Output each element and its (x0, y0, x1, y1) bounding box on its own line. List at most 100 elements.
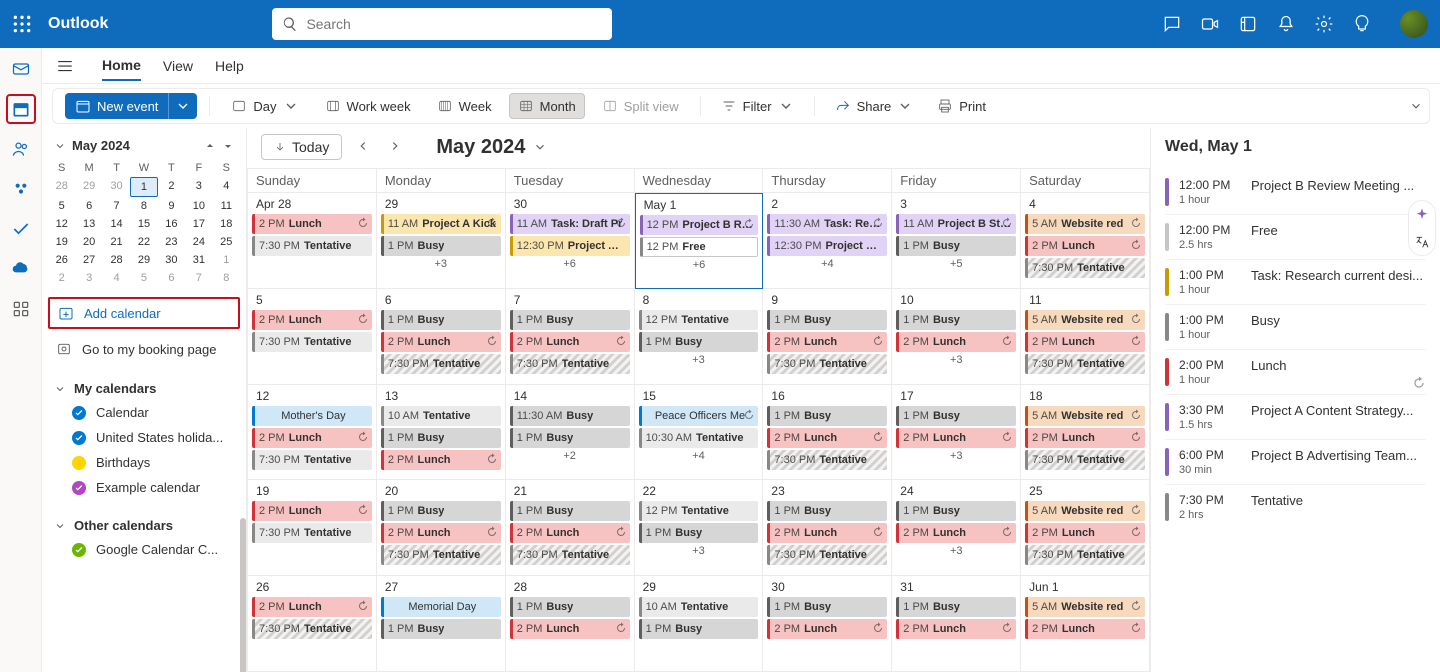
prev-month-icon[interactable] (204, 140, 216, 152)
event-chip[interactable]: 7:30 PMTentative (1025, 258, 1145, 278)
mini-day[interactable]: 24 (185, 233, 212, 251)
event-chip[interactable]: Memorial Day (381, 597, 501, 617)
meet-now-icon[interactable] (1200, 14, 1220, 34)
event-chip[interactable]: 11:30 AMTask: Revie (767, 214, 887, 234)
mini-day[interactable]: 2 (158, 177, 185, 197)
mini-day[interactable]: 5 (130, 269, 157, 287)
event-chip[interactable]: 2 PMLunch (896, 332, 1016, 352)
more-events-link[interactable]: +6 (508, 258, 632, 270)
next-period-button[interactable] (384, 139, 406, 156)
mini-day[interactable]: 4 (103, 269, 130, 287)
event-chip[interactable]: 1 PMBusy (896, 501, 1016, 521)
event-chip[interactable]: 1 PMBusy (767, 406, 887, 426)
calendar-item[interactable]: Birthdays (48, 450, 240, 475)
event-chip[interactable]: 7:30 PMTentative (381, 545, 501, 565)
mini-day[interactable]: 18 (213, 215, 240, 233)
event-chip[interactable]: 1 PMBusy (896, 406, 1016, 426)
mini-day[interactable]: 28 (48, 177, 75, 197)
mini-day[interactable]: 23 (158, 233, 185, 251)
mini-day[interactable]: 21 (103, 233, 130, 251)
event-chip[interactable]: 1 PMBusy (896, 236, 1016, 256)
add-calendar-link[interactable]: Add calendar (48, 297, 240, 329)
settings-icon[interactable] (1314, 14, 1334, 34)
more-events-link[interactable]: +3 (379, 258, 503, 270)
event-chip[interactable]: 1 PMBusy (381, 310, 501, 330)
calendar-title[interactable]: May 2024 (436, 136, 547, 159)
booking-page-link[interactable]: Go to my booking page (48, 335, 240, 363)
mini-day[interactable]: 29 (75, 177, 102, 197)
day-cell[interactable]: 231 PMBusy2 PMLunch7:30 PMTentative (763, 480, 892, 576)
event-chip[interactable]: 7:30 PMTentative (767, 545, 887, 565)
event-chip[interactable]: 1 PMBusy (639, 332, 759, 352)
app-launcher-icon[interactable] (12, 14, 32, 34)
event-chip[interactable]: 1 PMBusy (767, 501, 887, 521)
event-chip[interactable]: 2 PMLunch (510, 332, 630, 352)
mini-day[interactable]: 19 (48, 233, 75, 251)
more-events-link[interactable]: +3 (894, 354, 1018, 366)
agenda-item[interactable]: 1:00 PM1 hourTask: Research current desi… (1165, 259, 1426, 304)
agenda-item[interactable]: 1:00 PM1 hourBusy (1165, 304, 1426, 349)
mini-day[interactable]: 10 (185, 197, 212, 215)
event-chip[interactable]: 7:30 PMTentative (767, 450, 887, 470)
event-chip[interactable]: 1 PMBusy (510, 597, 630, 617)
more-events-link[interactable]: +3 (637, 354, 761, 366)
event-chip[interactable]: 7:30 PMTentative (252, 236, 372, 256)
day-cell[interactable]: 301 PMBusy2 PMLunch (763, 576, 892, 672)
day-cell[interactable]: May 112 PMProject B Revi12 PMFree+6 (635, 193, 764, 289)
new-event-button[interactable]: New event (65, 93, 168, 119)
event-chip[interactable]: 12 PMTentative (639, 310, 759, 330)
event-chip[interactable]: 2 PMLunch (1025, 332, 1145, 352)
event-chip[interactable]: 1 PMBusy (510, 501, 630, 521)
mini-day[interactable]: 15 (130, 215, 157, 233)
day-cell[interactable]: Jun 15 AMWebsite red2 PMLunch (1021, 576, 1150, 672)
event-chip[interactable]: 2 PMLunch (767, 619, 887, 639)
day-cell[interactable]: 61 PMBusy2 PMLunch7:30 PMTentative (377, 289, 506, 385)
mini-day[interactable]: 22 (130, 233, 157, 251)
event-chip[interactable]: 11 AMProject B Stak (896, 214, 1016, 234)
mini-day[interactable]: 6 (158, 269, 185, 287)
print-button[interactable]: Print (929, 94, 994, 118)
event-chip[interactable]: 1 PMBusy (510, 310, 630, 330)
event-chip[interactable]: 2 PMLunch (252, 310, 372, 330)
mini-day[interactable]: 31 (185, 251, 212, 269)
more-events-link[interactable]: +3 (894, 545, 1018, 557)
day-cell[interactable]: 185 AMWebsite red2 PMLunch7:30 PMTentati… (1021, 385, 1150, 481)
event-chip[interactable]: 2 PMLunch (767, 428, 887, 448)
avatar[interactable] (1400, 10, 1428, 38)
event-chip[interactable]: 11:30 AMBusy (510, 406, 630, 426)
more-events-link[interactable]: +4 (765, 258, 889, 270)
event-chip[interactable]: 2 PMLunch (896, 619, 1016, 639)
event-chip[interactable]: 2 PMLunch (1025, 428, 1145, 448)
event-chip[interactable]: 10 AMTentative (639, 597, 759, 617)
event-chip[interactable]: 2 PMLunch (252, 501, 372, 521)
event-chip[interactable]: 2 PMLunch (510, 523, 630, 543)
agenda-item[interactable]: 2:00 PM1 hourLunch (1165, 349, 1426, 394)
teams-chat-icon[interactable] (1162, 14, 1182, 34)
event-chip[interactable]: Mother's Day (252, 406, 372, 426)
rail-more-apps[interactable] (6, 294, 36, 324)
event-chip[interactable]: 2 PMLunch (767, 523, 887, 543)
day-cell[interactable]: 2212 PMTentative1 PMBusy+3 (635, 480, 764, 576)
event-chip[interactable]: 1 PMBusy (639, 619, 759, 639)
event-chip[interactable]: 7:30 PMTentative (1025, 545, 1145, 565)
event-chip[interactable]: 1 PMBusy (767, 310, 887, 330)
view-week-button[interactable]: Week (428, 93, 501, 119)
event-chip[interactable]: 7:30 PMTentative (1025, 354, 1145, 374)
agenda-item[interactable]: 3:30 PM1.5 hrsProject A Content Strategy… (1165, 394, 1426, 439)
toolbar-overflow-icon[interactable] (1409, 99, 1423, 113)
mini-day[interactable]: 4 (213, 177, 240, 197)
event-chip[interactable]: 2 PMLunch (252, 214, 372, 234)
event-chip[interactable]: 10:30 AMTentative (639, 428, 759, 448)
event-chip[interactable]: 2 PMLunch (1025, 236, 1145, 256)
mini-day[interactable]: 30 (158, 251, 185, 269)
event-chip[interactable]: 7:30 PMTentative (381, 354, 501, 374)
day-cell[interactable]: 71 PMBusy2 PMLunch7:30 PMTentative (506, 289, 635, 385)
event-chip[interactable]: 7:30 PMTentative (767, 354, 887, 374)
event-chip[interactable]: Peace Officers Me (639, 406, 759, 426)
day-cell[interactable]: 311 PMBusy2 PMLunch (892, 576, 1021, 672)
event-chip[interactable]: 2 PMLunch (1025, 619, 1145, 639)
event-chip[interactable]: 2 PMLunch (896, 523, 1016, 543)
notes-icon[interactable] (1238, 14, 1258, 34)
tab-view[interactable]: View (163, 58, 193, 80)
mini-day[interactable]: 9 (158, 197, 185, 215)
